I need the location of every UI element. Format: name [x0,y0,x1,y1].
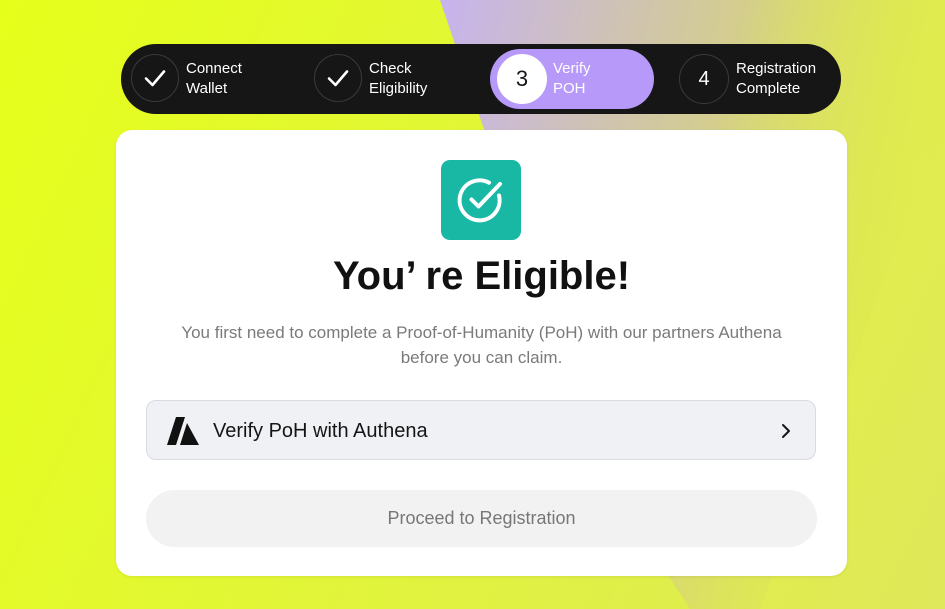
description-line-2: before you can claim. [400,348,563,367]
step-1-marker [131,54,179,102]
step-3-label: Verify POH [553,59,673,99]
step-2-label-line1: Check [369,60,412,77]
description-line-1: You first need to complete a Proof-of-Hu… [181,323,782,342]
chevron-right-icon [782,424,790,438]
step-4-label-line1: Registration [736,60,817,77]
authena-logo-icon [167,417,199,445]
verify-poh-authena-button[interactable]: Verify PoH with Authena [146,400,816,460]
step-2-marker [314,54,362,102]
step-4-number: 4 [679,54,729,104]
step-3-number: 3 [497,54,547,104]
step-check-eligibility: Check Eligibility [314,44,464,114]
step-4-label-line2: Complete [736,80,801,97]
step-4-label: Registration Complete [736,59,856,99]
step-verify-poh: 3 Verify POH [490,49,654,109]
step-1-label-line2: Wallet [186,80,228,97]
success-badge [441,160,521,240]
step-2-label-line2: Eligibility [369,80,428,97]
eligibility-description: You first need to complete a Proof-of-Hu… [146,320,817,370]
step-registration-complete: 4 Registration Complete [679,44,839,114]
step-3-label-line1: Verify [553,60,591,77]
step-2-label: Check Eligibility [369,59,489,99]
verify-poh-button-label: Verify PoH with Authena [213,420,428,442]
check-icon [144,70,166,87]
check-icon [327,70,349,87]
eligibility-card: You’ re Eligible! You first need to comp… [116,130,847,576]
page-title: You’ re Eligible! [332,254,631,298]
step-3-label-line2: POH [553,80,586,97]
progress-stepper: Connect Wallet Check Eligibility 3 Verif… [121,44,841,114]
proceed-to-registration-button[interactable]: Proceed to Registration [146,490,817,547]
step-connect-wallet: Connect Wallet [131,44,281,114]
check-circle-icon [457,178,502,223]
step-1-label-line1: Connect [186,60,242,77]
step-1-label: Connect Wallet [186,59,306,99]
